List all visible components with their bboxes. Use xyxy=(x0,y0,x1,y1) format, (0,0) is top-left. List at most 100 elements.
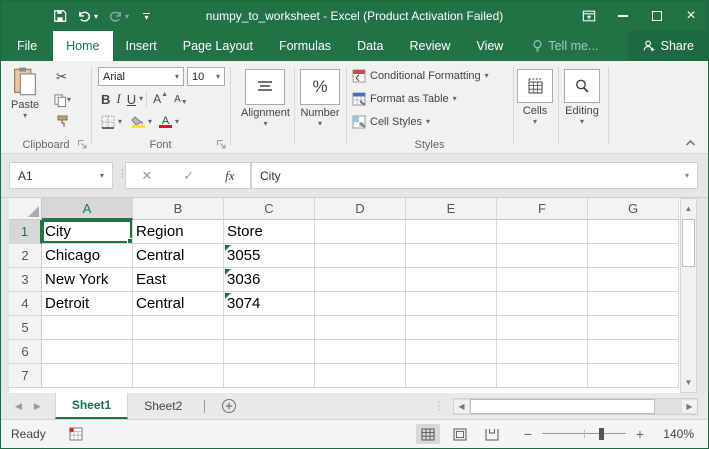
cell-A6[interactable] xyxy=(42,340,133,364)
cell-A3[interactable]: New York xyxy=(42,268,133,292)
cell-F6[interactable] xyxy=(497,340,588,364)
borders-button[interactable] xyxy=(98,113,118,131)
italic-button[interactable]: I xyxy=(113,90,123,108)
cancel-icon[interactable]: ✕ xyxy=(141,168,152,184)
collapse-ribbon-icon[interactable] xyxy=(685,139,696,147)
cell-B5[interactable] xyxy=(133,316,224,340)
row-header-2[interactable]: 2 xyxy=(9,244,42,268)
cell-C3[interactable]: 3036 xyxy=(224,268,315,292)
cell-B2[interactable]: Central xyxy=(133,244,224,268)
cell-G4[interactable] xyxy=(588,292,679,316)
customize-quick-access-button[interactable]: ▾ xyxy=(143,13,150,20)
cell-B4[interactable]: Central xyxy=(133,292,224,316)
cell-F3[interactable] xyxy=(497,268,588,292)
name-box[interactable]: A1 ▾ xyxy=(9,162,113,189)
fill-color-dropdown-icon[interactable]: ▾ xyxy=(148,119,152,125)
cell-B6[interactable] xyxy=(133,340,224,364)
tab-insert[interactable]: Insert xyxy=(113,31,170,61)
horizontal-scroll-thumb[interactable] xyxy=(470,399,655,414)
zoom-in-icon[interactable]: + xyxy=(634,426,646,442)
new-sheet-button[interactable] xyxy=(211,393,247,419)
row-header-5[interactable]: 5 xyxy=(9,316,42,340)
row-header-1[interactable]: 1 xyxy=(9,220,42,244)
cut-button[interactable]: ✂ xyxy=(53,68,70,86)
normal-view-button[interactable] xyxy=(416,424,440,444)
font-color-button[interactable]: A xyxy=(156,113,175,131)
editing-button[interactable]: Editing ▾ xyxy=(564,69,600,125)
cell-A7[interactable] xyxy=(42,364,133,388)
save-button[interactable] xyxy=(49,7,71,25)
cell-E2[interactable] xyxy=(406,244,497,268)
cell-F2[interactable] xyxy=(497,244,588,268)
zoom-slider[interactable] xyxy=(542,427,626,441)
sheet-tab-sheet1[interactable]: Sheet1 xyxy=(55,393,128,419)
enter-icon[interactable]: ✓ xyxy=(183,168,194,184)
sheet-tab-sheet2[interactable]: Sheet2 xyxy=(128,393,198,419)
cell-A4[interactable]: Detroit xyxy=(42,292,133,316)
cell-F4[interactable] xyxy=(497,292,588,316)
cell-G6[interactable] xyxy=(588,340,679,364)
row-header-4[interactable]: 4 xyxy=(9,292,42,316)
tab-view[interactable]: View xyxy=(463,31,516,61)
cell-styles-button[interactable]: Cell Styles ▾ xyxy=(352,115,430,129)
cell-C7[interactable] xyxy=(224,364,315,388)
cell-E7[interactable] xyxy=(406,364,497,388)
cell-D3[interactable] xyxy=(315,268,406,292)
bold-button[interactable]: B xyxy=(98,90,113,108)
column-header-f[interactable]: F xyxy=(497,198,588,220)
name-box-dropdown-icon[interactable]: ▾ xyxy=(100,173,104,179)
cell-F7[interactable] xyxy=(497,364,588,388)
cell-E4[interactable] xyxy=(406,292,497,316)
format-as-table-button[interactable]: Format as Table ▾ xyxy=(352,92,457,106)
cell-A2[interactable]: Chicago xyxy=(42,244,133,268)
copy-button[interactable]: ▾ xyxy=(51,91,74,109)
cell-A1[interactable]: City xyxy=(42,220,133,244)
cell-E5[interactable] xyxy=(406,316,497,340)
ribbon-display-options-button[interactable] xyxy=(572,1,606,31)
column-header-e[interactable]: E xyxy=(406,198,497,220)
undo-dropdown-icon[interactable]: ▾ xyxy=(94,12,98,21)
tab-home[interactable]: Home xyxy=(53,31,112,61)
tell-me-box[interactable]: Tell me... xyxy=(522,31,608,61)
zoom-out-icon[interactable]: − xyxy=(522,426,534,442)
paste-button[interactable]: Paste ▾ xyxy=(11,67,39,119)
alignment-button[interactable]: Alignment ▾ xyxy=(241,69,290,127)
vertical-scroll-thumb[interactable] xyxy=(682,219,695,267)
column-header-c[interactable]: C xyxy=(224,198,315,220)
redo-button[interactable]: ▾ xyxy=(104,8,133,25)
page-break-preview-button[interactable] xyxy=(480,424,504,444)
cell-E6[interactable] xyxy=(406,340,497,364)
cell-C6[interactable] xyxy=(224,340,315,364)
font-size-combobox[interactable]: 10 ▾ xyxy=(187,67,225,86)
prev-sheet-icon[interactable]: ◀ xyxy=(15,401,22,412)
scroll-up-icon[interactable]: ▲ xyxy=(682,200,695,217)
tab-data[interactable]: Data xyxy=(344,31,396,61)
formula-input[interactable]: City ▾ xyxy=(251,162,698,189)
zoom-level[interactable]: 140% xyxy=(658,427,694,441)
borders-dropdown-icon[interactable]: ▾ xyxy=(118,119,122,125)
close-button[interactable]: × xyxy=(674,1,708,31)
macro-record-button[interactable] xyxy=(68,427,83,441)
cell-D6[interactable] xyxy=(315,340,406,364)
cell-D5[interactable] xyxy=(315,316,406,340)
cell-B1[interactable]: Region xyxy=(133,220,224,244)
increase-font-size-button[interactable]: A▲ xyxy=(150,90,171,108)
tab-formulas[interactable]: Formulas xyxy=(266,31,344,61)
font-color-dropdown-icon[interactable]: ▾ xyxy=(175,119,179,125)
cell-G3[interactable] xyxy=(588,268,679,292)
column-header-a[interactable]: A xyxy=(42,198,133,220)
column-header-g[interactable]: G xyxy=(588,198,679,220)
maximize-button[interactable] xyxy=(640,1,674,31)
undo-button[interactable]: ▾ xyxy=(73,8,102,25)
cell-B7[interactable] xyxy=(133,364,224,388)
horizontal-scrollbar[interactable]: ◀ ▶ xyxy=(453,398,698,415)
row-header-3[interactable]: 3 xyxy=(9,268,42,292)
decrease-font-size-button[interactable]: A▼ xyxy=(171,90,191,108)
tab-review[interactable]: Review xyxy=(396,31,463,61)
cells-button[interactable]: Cells ▾ xyxy=(517,69,553,125)
conditional-formatting-button[interactable]: Conditional Formatting ▾ xyxy=(352,69,489,83)
font-dialog-launcher-icon[interactable] xyxy=(216,139,227,150)
cell-F1[interactable] xyxy=(497,220,588,244)
cell-C1[interactable]: Store xyxy=(224,220,315,244)
number-button[interactable]: % Number ▾ xyxy=(300,69,340,127)
